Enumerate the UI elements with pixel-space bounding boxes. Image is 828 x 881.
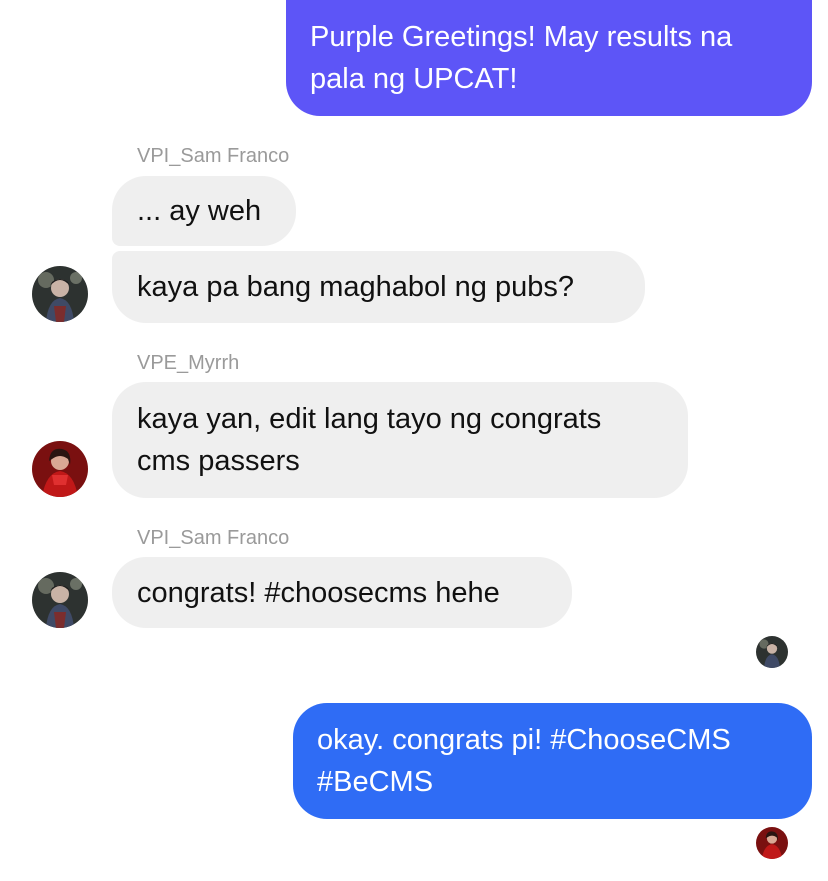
incoming-message-bubble[interactable]: ... ay weh	[112, 176, 296, 246]
sender-name: VPI_Sam Franco	[137, 527, 290, 549]
sender-name: VPE_Myrrh	[137, 352, 240, 374]
avatar-sam-franco-icon[interactable]	[32, 266, 88, 322]
avatar-myrrh-icon[interactable]	[32, 441, 88, 497]
outgoing-message-bubble[interactable]: Purple Greetings! May results na pala ng…	[286, 0, 812, 116]
outgoing-message-bubble[interactable]: okay. congrats pi! #ChooseCMS #BeCMS	[293, 703, 812, 819]
incoming-message-bubble[interactable]: kaya pa bang maghabol ng pubs?	[112, 251, 645, 323]
read-receipt-avatar-sam-icon	[756, 636, 788, 668]
incoming-message-bubble[interactable]: congrats! #choosecms hehe	[112, 557, 572, 628]
sender-name: VPI_Sam Franco	[137, 145, 290, 167]
incoming-message-bubble[interactable]: kaya yan, edit lang tayo ng congrats cms…	[112, 382, 688, 498]
avatar-sam-franco-icon[interactable]	[32, 572, 88, 628]
read-receipt-avatar-myrrh-icon	[756, 827, 788, 859]
